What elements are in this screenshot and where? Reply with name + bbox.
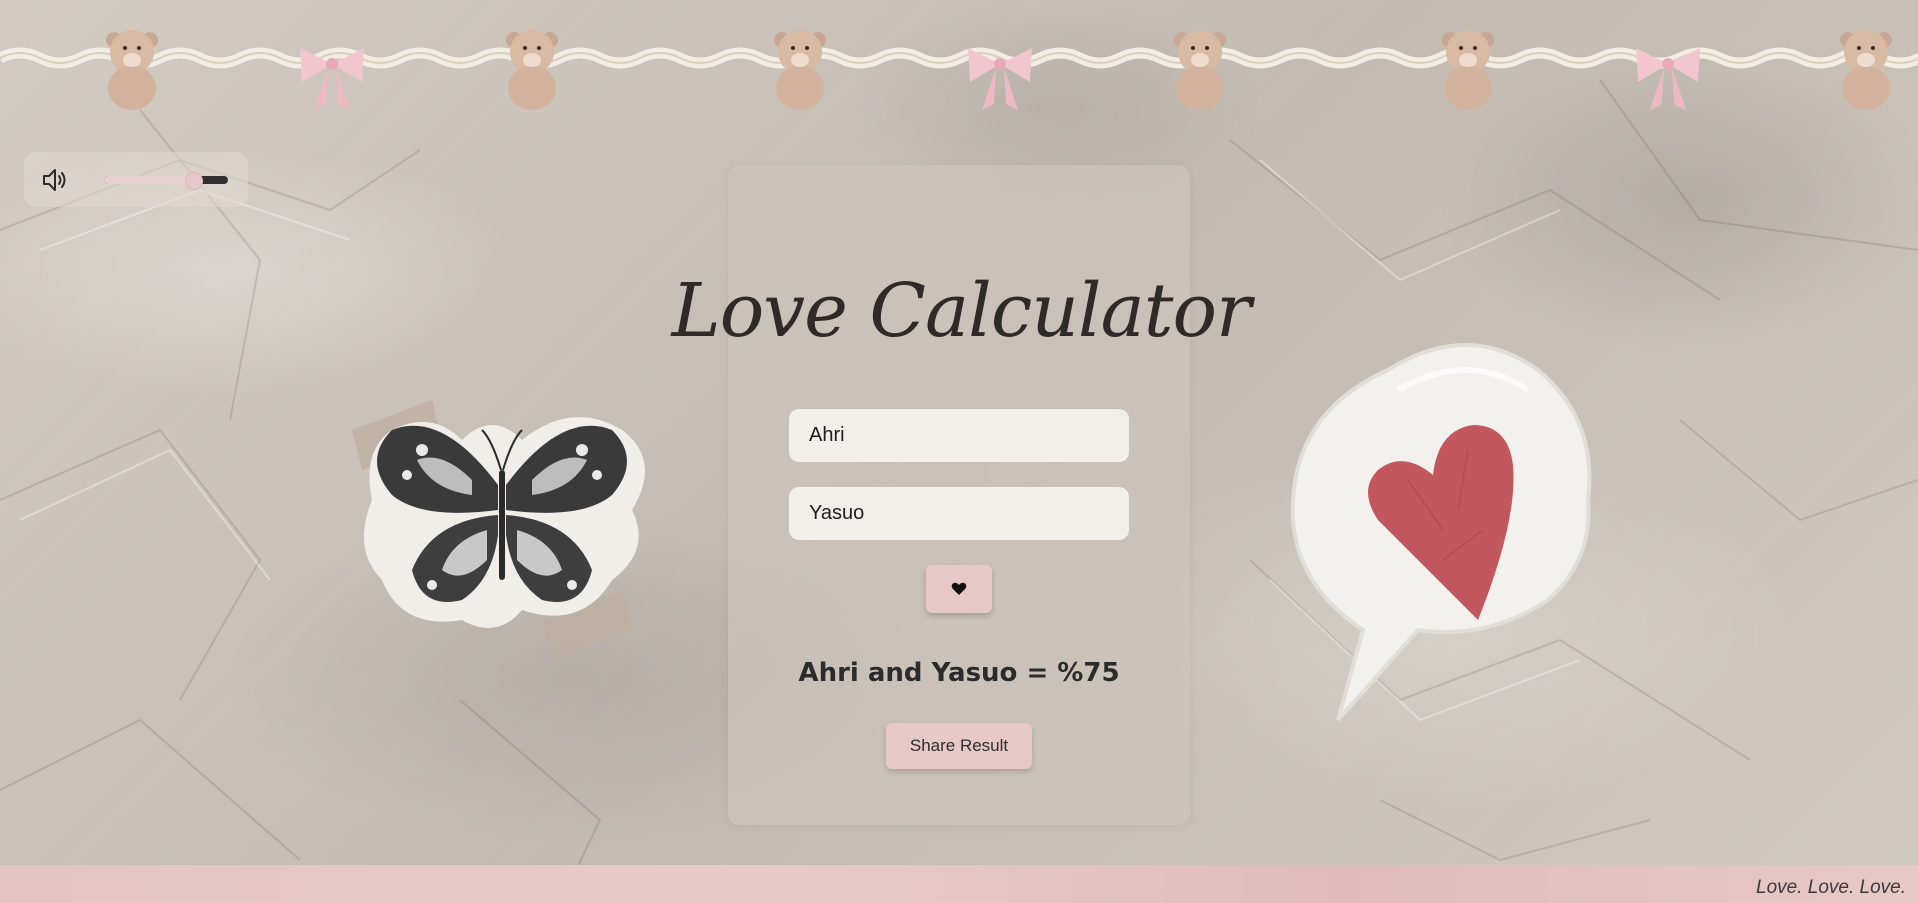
second-name-input[interactable] — [789, 487, 1129, 540]
teddy-bear-icon — [1840, 30, 1892, 110]
butterfly-sticker — [352, 400, 645, 660]
first-name-input[interactable] — [789, 409, 1129, 462]
teddy-bear-icon — [506, 30, 558, 110]
heart-speech-sticker — [1290, 343, 1592, 722]
speaker-icon[interactable] — [40, 166, 68, 194]
volume-slider[interactable] — [104, 172, 228, 190]
volume-control — [24, 152, 248, 207]
share-result-button[interactable]: Share Result — [886, 723, 1032, 769]
teddy-bear-icon — [774, 30, 826, 110]
calculate-button[interactable] — [926, 565, 992, 613]
volume-slider-fill — [104, 176, 194, 184]
ribbon-garland — [0, 30, 1918, 110]
teddy-bear-icon — [1174, 30, 1226, 110]
result-text: Ahri and Yasuo = %75 — [798, 658, 1120, 688]
footer-text: Love. Love. Love. — [1756, 877, 1906, 898]
teddy-bear-icon — [106, 30, 158, 110]
page-title: Love Calculator — [671, 268, 1252, 354]
volume-slider-thumb[interactable] — [185, 172, 204, 190]
teddy-bear-icon — [1442, 30, 1494, 110]
footer-bar: Love. Love. Love. — [0, 865, 1918, 903]
heart-icon — [951, 582, 967, 595]
